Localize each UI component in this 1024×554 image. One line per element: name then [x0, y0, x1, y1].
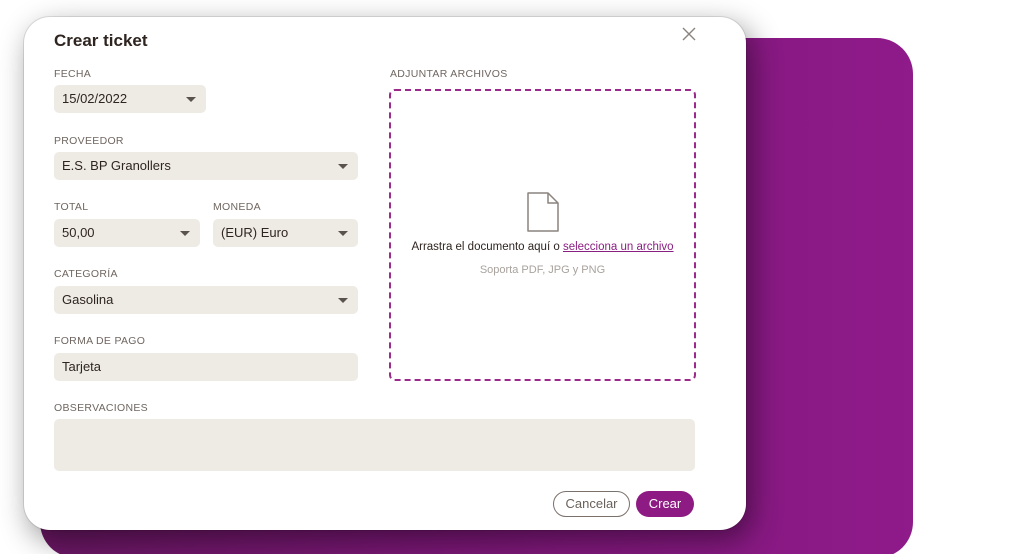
dropzone-text: Arrastra el documento aquí o selecciona … — [391, 241, 694, 253]
close-icon[interactable] — [682, 27, 696, 41]
chevron-down-icon — [338, 164, 348, 169]
forma-pago-label: FORMA DE PAGO — [54, 335, 146, 347]
observaciones-textarea[interactable] — [54, 419, 695, 471]
proveedor-label: PROVEEDOR — [54, 135, 124, 147]
categoria-select[interactable]: Gasolina — [54, 286, 358, 314]
observaciones-label: OBSERVACIONES — [54, 402, 148, 414]
categoria-label: CATEGORÍA — [54, 268, 118, 280]
chevron-down-icon — [180, 231, 190, 236]
fecha-label: FECHA — [54, 68, 92, 80]
moneda-select[interactable]: (EUR) Euro — [213, 219, 358, 247]
moneda-label: MONEDA — [213, 201, 261, 213]
chevron-down-icon — [186, 97, 196, 102]
categoria-value: Gasolina — [62, 292, 114, 307]
moneda-value: (EUR) Euro — [221, 225, 289, 240]
forma-pago-input[interactable]: Tarjeta — [54, 353, 358, 381]
adjuntar-label: ADJUNTAR ARCHIVOS — [390, 68, 508, 80]
chevron-down-icon — [338, 298, 348, 303]
proveedor-select[interactable]: E.S. BP Granollers — [54, 152, 358, 180]
total-label: TOTAL — [54, 201, 89, 213]
dialog-title: Crear ticket — [54, 31, 148, 50]
create-button[interactable]: Crear — [636, 491, 694, 517]
dropzone-instruction: Arrastra el documento aquí o — [411, 241, 560, 253]
select-file-link[interactable]: selecciona un archivo — [563, 241, 674, 253]
chevron-down-icon — [338, 231, 348, 236]
forma-pago-value: Tarjeta — [62, 359, 102, 374]
supported-formats-hint: Soporta PDF, JPG y PNG — [479, 264, 606, 276]
fecha-select[interactable]: 15/02/2022 — [54, 85, 206, 113]
fecha-value: 15/02/2022 — [62, 91, 128, 106]
create-ticket-dialog: Crear ticket FECHA 15/02/2022 PROVEEDOR … — [24, 17, 746, 530]
file-dropzone[interactable]: Arrastra el documento aquí o selecciona … — [389, 89, 696, 381]
proveedor-value: E.S. BP Granollers — [62, 158, 171, 173]
total-value: 50,00 — [62, 225, 95, 240]
document-icon — [527, 192, 559, 232]
total-select[interactable]: 50,00 — [54, 219, 200, 247]
cancel-button[interactable]: Cancelar — [553, 491, 630, 517]
